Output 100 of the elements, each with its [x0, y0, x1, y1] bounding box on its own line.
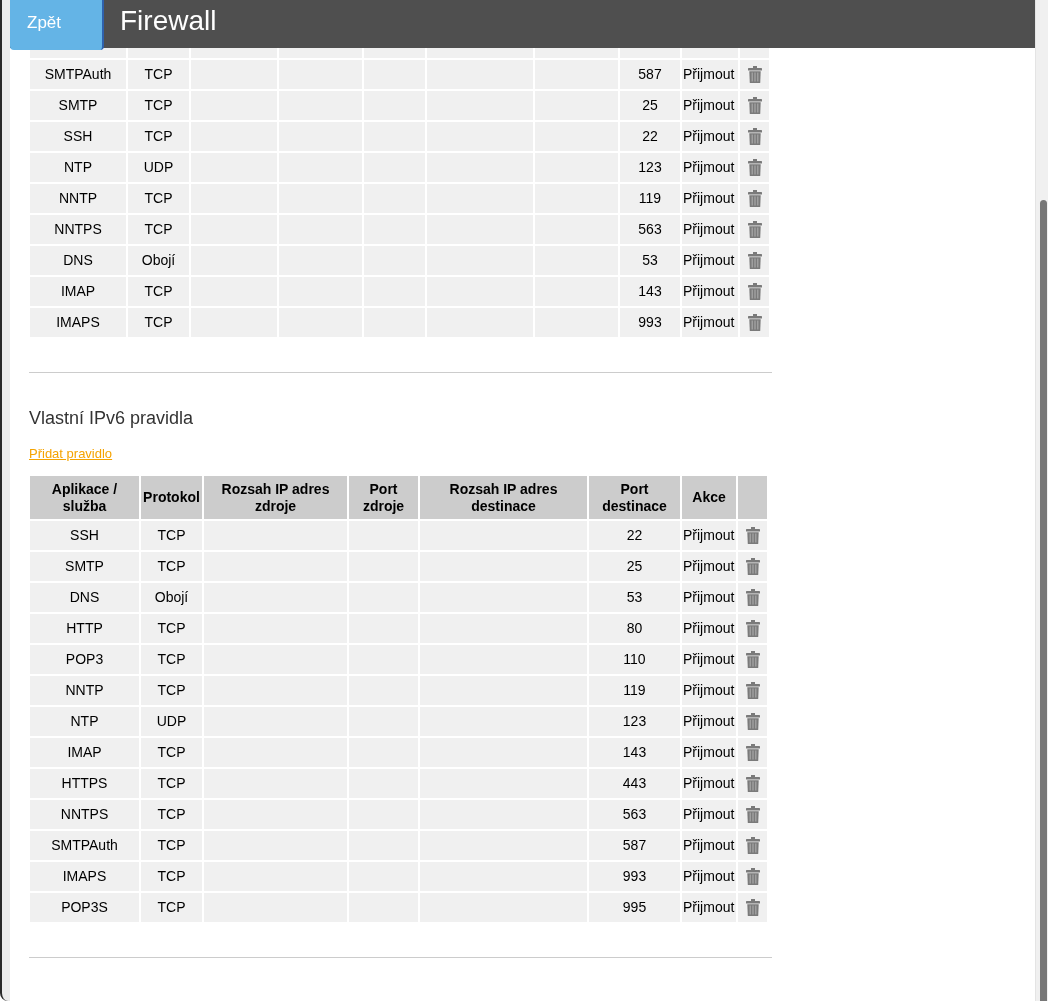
table-cell: Přijmout: [682, 862, 736, 891]
table-cell: Přijmout: [682, 831, 736, 860]
table-cell: 25: [589, 552, 680, 581]
trash-icon[interactable]: [745, 868, 760, 885]
table-cell: 563: [589, 800, 680, 829]
trash-icon[interactable]: [745, 682, 760, 699]
table-cell: DNS: [30, 583, 139, 612]
table-cell: TCP: [141, 521, 202, 550]
table-cell: Přijmout: [682, 246, 738, 275]
trash-icon[interactable]: [747, 190, 762, 207]
trash-icon[interactable]: [747, 66, 762, 83]
table-cell: 110: [589, 645, 680, 674]
table-cell: NNTP: [30, 184, 126, 213]
trash-icon[interactable]: [745, 775, 760, 792]
table-cell: DNS: [30, 246, 126, 275]
table-cell: 80: [589, 614, 680, 643]
column-header: Akce: [682, 476, 736, 519]
trash-icon[interactable]: [745, 527, 760, 544]
table-cell: HTTPS: [30, 769, 139, 798]
column-header: Protokol: [141, 476, 202, 519]
table-cell: TCP: [141, 893, 202, 922]
table-cell: Přijmout: [682, 184, 738, 213]
trash-icon[interactable]: [745, 837, 760, 854]
table-cell: HTTP: [30, 614, 139, 643]
table-cell: Přijmout: [682, 308, 738, 337]
page-title: Firewall: [120, 4, 217, 38]
table-cell: Přijmout: [682, 893, 736, 922]
table-cell: TCP: [141, 862, 202, 891]
table-cell: NNTPS: [30, 215, 126, 244]
table-cell: 995: [589, 893, 680, 922]
trash-icon[interactable]: [745, 744, 760, 761]
table-cell: 143: [620, 277, 680, 306]
table-cell: Přijmout: [682, 614, 736, 643]
table-cell: SSH: [30, 122, 126, 151]
table-cell: SMTP: [30, 91, 126, 120]
table-cell: 443: [589, 769, 680, 798]
table-cell: POP3: [30, 645, 139, 674]
table-cell: Obojí: [141, 583, 202, 612]
trash-icon[interactable]: [745, 589, 760, 606]
table-cell: IMAP: [30, 738, 139, 767]
table-cell: 143: [589, 738, 680, 767]
table-cell: TCP: [128, 60, 189, 89]
trash-icon[interactable]: [747, 128, 762, 145]
table-cell: TCP: [128, 91, 189, 120]
table-cell: Přijmout: [682, 521, 736, 550]
table-cell: TCP: [141, 800, 202, 829]
table-cell: [620, 48, 680, 58]
table-cell: 25: [620, 91, 680, 120]
table-cell: Přijmout: [682, 769, 736, 798]
trash-icon[interactable]: [745, 713, 760, 730]
table-cell: NNTP: [30, 676, 139, 705]
table-cell: NNTPS: [30, 800, 139, 829]
column-header: Port zdroje: [349, 476, 418, 519]
trash-icon[interactable]: [745, 651, 760, 668]
table-cell: UDP: [128, 153, 189, 182]
table-cell: Přijmout: [682, 552, 736, 581]
trash-icon[interactable]: [747, 97, 762, 114]
table-cell: TCP: [128, 122, 189, 151]
table-cell: Obojí: [128, 246, 189, 275]
table-cell: Přijmout: [682, 707, 736, 736]
table-cell: Přijmout: [682, 91, 738, 120]
table-cell: IMAPS: [30, 862, 139, 891]
table-cell: SSH: [30, 521, 139, 550]
table-cell: IMAPS: [30, 308, 126, 337]
table-cell: TCP: [141, 738, 202, 767]
trash-icon[interactable]: [747, 252, 762, 269]
trash-icon[interactable]: [745, 806, 760, 823]
table-cell: Přijmout: [682, 645, 736, 674]
table-cell: 123: [589, 707, 680, 736]
table-cell: Přijmout: [682, 676, 736, 705]
scrollbar-thumb[interactable]: [1040, 200, 1047, 1001]
table-cell: 119: [589, 676, 680, 705]
table-cell: Přijmout: [682, 215, 738, 244]
table-cell: 22: [589, 521, 680, 550]
table-cell: TCP: [141, 614, 202, 643]
table-cell: SMTPAuth: [30, 60, 126, 89]
trash-icon[interactable]: [747, 159, 762, 176]
trash-icon[interactable]: [745, 620, 760, 637]
table-cell: Přijmout: [682, 583, 736, 612]
column-header: Aplikace / služba: [30, 476, 139, 519]
add-rule-link[interactable]: Přidat pravidlo: [29, 446, 113, 462]
trash-icon[interactable]: [747, 221, 762, 238]
table-cell: Přijmout: [682, 153, 738, 182]
table-cell: TCP: [141, 676, 202, 705]
table-cell: TCP: [128, 277, 189, 306]
table-cell: UDP: [141, 707, 202, 736]
table-cell: [364, 48, 425, 58]
back-button[interactable]: Zpět: [10, 0, 104, 50]
table-cell: [128, 48, 189, 58]
table-cell: 53: [620, 246, 680, 275]
column-header: [738, 476, 767, 519]
column-header: Rozsah IP adres zdroje: [204, 476, 347, 519]
table-cell: Přijmout: [682, 122, 738, 151]
trash-icon[interactable]: [747, 314, 762, 331]
table-cell: IMAP: [30, 277, 126, 306]
trash-icon[interactable]: [747, 283, 762, 300]
table-cell: Přijmout: [682, 800, 736, 829]
trash-icon[interactable]: [745, 558, 760, 575]
table-cell: 53: [589, 583, 680, 612]
trash-icon[interactable]: [745, 899, 760, 916]
